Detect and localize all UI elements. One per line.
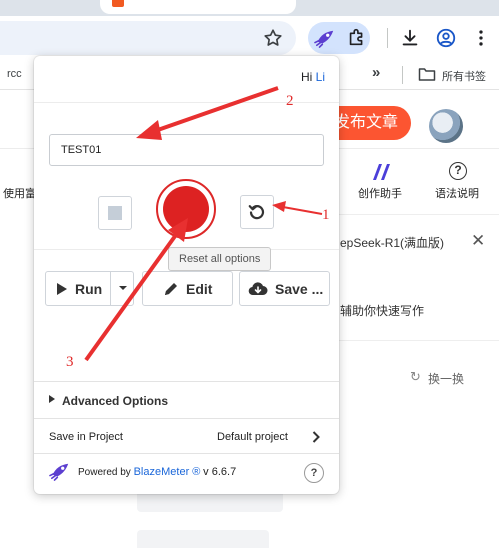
account-icon[interactable] xyxy=(435,27,457,49)
popup-divider xyxy=(34,453,339,454)
download-icon[interactable] xyxy=(399,27,421,49)
chevron-right-icon[interactable] xyxy=(312,431,320,443)
syntax-help-icon[interactable]: ? xyxy=(449,162,467,180)
blazemeter-extension-icon[interactable] xyxy=(314,28,336,48)
powered-by-text: Powered by xyxy=(78,467,131,478)
reset-icon xyxy=(248,205,265,220)
greeting-text: Hi xyxy=(300,70,313,84)
pencil-icon xyxy=(165,283,177,295)
folder-icon xyxy=(418,68,436,81)
popup-divider xyxy=(34,418,339,419)
popup-divider xyxy=(34,381,339,382)
editor-hint-text: 使用富 xyxy=(3,188,36,200)
edit-button[interactable]: Edit xyxy=(142,271,233,306)
project-selector[interactable]: Default project xyxy=(217,431,288,443)
blazemeter-logo-icon xyxy=(49,463,69,481)
annotation-label-2: 2 xyxy=(286,93,294,109)
panel-divider xyxy=(338,214,499,215)
assist-description: 辅助你快速写作 xyxy=(340,304,425,318)
model-name-text: epSeek-R1(满血版) xyxy=(340,236,445,250)
reset-tooltip: Reset all options xyxy=(168,247,272,271)
avatar[interactable] xyxy=(429,109,463,143)
annotation-label-3: 3 xyxy=(66,354,74,370)
caret-down-icon[interactable] xyxy=(118,282,128,294)
run-button[interactable]: Run xyxy=(45,271,134,306)
extensions-puzzle-icon[interactable] xyxy=(346,26,368,48)
blazemeter-link[interactable]: BlazeMeter ® xyxy=(134,466,201,478)
toolbar-divider xyxy=(387,28,388,48)
user-greeting: Hi Li xyxy=(301,70,325,84)
blazemeter-popup: Hi Li TEST01 Reset all options Run Edit … xyxy=(34,56,339,494)
advanced-options-toggle[interactable]: Advanced Options xyxy=(62,394,168,408)
bookmarks-divider xyxy=(402,66,403,84)
syntax-help-label[interactable]: 语法说明 xyxy=(435,185,479,201)
caret-right-icon[interactable] xyxy=(49,395,55,403)
bookmark-item[interactable]: rcc xyxy=(7,68,22,80)
record-button[interactable] xyxy=(156,179,216,239)
save-button[interactable]: Save ... xyxy=(239,271,330,306)
record-icon xyxy=(163,186,209,232)
save-label: Save ... xyxy=(275,281,324,297)
run-split-divider xyxy=(110,272,111,305)
ai-assistant-label[interactable]: 创作助手 xyxy=(358,185,402,201)
version-text: v 6.6.7 xyxy=(203,466,237,478)
ai-assistant-icon[interactable] xyxy=(371,163,393,181)
annotation-label-1: 1 xyxy=(322,207,330,223)
stop-icon xyxy=(108,206,122,220)
active-tab[interactable] xyxy=(100,0,296,14)
edit-label: Edit xyxy=(186,281,213,297)
all-bookmarks-folder[interactable]: 所有书签 xyxy=(442,68,486,84)
play-icon xyxy=(57,283,67,295)
address-bar[interactable] xyxy=(0,21,296,55)
reset-button[interactable] xyxy=(240,195,274,229)
test-name-input[interactable]: TEST01 xyxy=(49,134,324,166)
stop-button[interactable] xyxy=(98,196,132,230)
panel-divider-2 xyxy=(338,340,499,341)
bookmark-star-icon[interactable] xyxy=(262,27,284,49)
bookmarks-overflow-button[interactable]: » xyxy=(372,64,380,81)
help-button[interactable]: ? xyxy=(304,463,324,483)
tab-favicon-icon xyxy=(112,0,124,7)
save-in-project-label: Save in Project xyxy=(49,431,123,443)
browser-menu-icon[interactable] xyxy=(470,27,492,49)
suggestion-chip[interactable] xyxy=(137,530,269,548)
cloud-download-icon xyxy=(248,282,268,296)
refresh-icon[interactable]: ↻ xyxy=(410,369,421,385)
user-name-link[interactable]: Li xyxy=(316,70,325,84)
refresh-button[interactable]: 换一换 xyxy=(428,370,464,387)
close-panel-button[interactable]: ✕ xyxy=(471,231,485,251)
powered-by-footer: Powered by BlazeMeter ® v 6.6.7 xyxy=(78,466,236,478)
run-label: Run xyxy=(75,281,103,297)
